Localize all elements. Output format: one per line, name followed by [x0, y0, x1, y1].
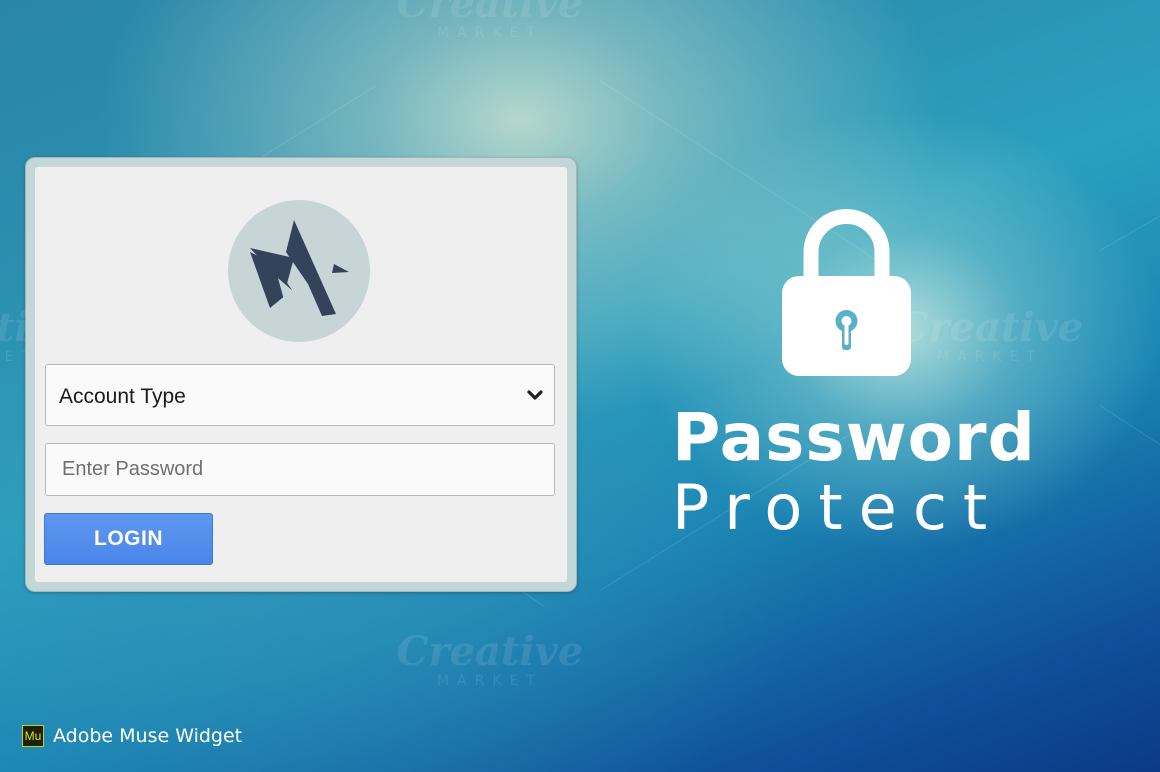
hero-title: Password — [672, 399, 1036, 476]
password-input[interactable] — [45, 443, 555, 496]
padlock-icon — [782, 209, 911, 376]
account-type-label: Account Type — [59, 385, 186, 408]
adobe-muse-badge: Mu Adobe Muse Widget — [22, 724, 242, 748]
watermark-text: Creative — [896, 304, 1084, 351]
watermark-text: Creative — [396, 628, 584, 675]
login-button[interactable]: LOGIN — [44, 513, 213, 565]
account-type-select[interactable]: Account Type — [45, 364, 555, 426]
watermark-line — [1099, 405, 1160, 450]
watermark-line — [1100, 210, 1160, 251]
chevron-down-icon — [527, 390, 543, 400]
watermark: Creative MARKET — [395, 632, 585, 690]
adobe-muse-label: Adobe Muse Widget — [53, 725, 243, 747]
watermark: Creative MARKET — [895, 308, 1085, 366]
logo — [228, 200, 370, 342]
hero-subtitle: Protect — [672, 471, 1004, 544]
adobe-muse-icon: Mu — [22, 725, 44, 747]
watermark: Creative MARKET — [395, 0, 585, 42]
watermark-text: Creative — [396, 0, 584, 27]
login-panel: Account Type LOGIN — [25, 157, 577, 592]
login-panel-body: Account Type LOGIN — [35, 167, 567, 582]
stylized-arrow-logo-icon — [250, 220, 349, 316]
watermark-subtext: MARKET — [937, 349, 1043, 365]
watermark-subtext: MARKET — [437, 673, 543, 689]
watermark-subtext: MARKET — [437, 25, 543, 41]
background-canvas: Creative MARKET Creative MARKET Creative… — [0, 0, 1160, 772]
